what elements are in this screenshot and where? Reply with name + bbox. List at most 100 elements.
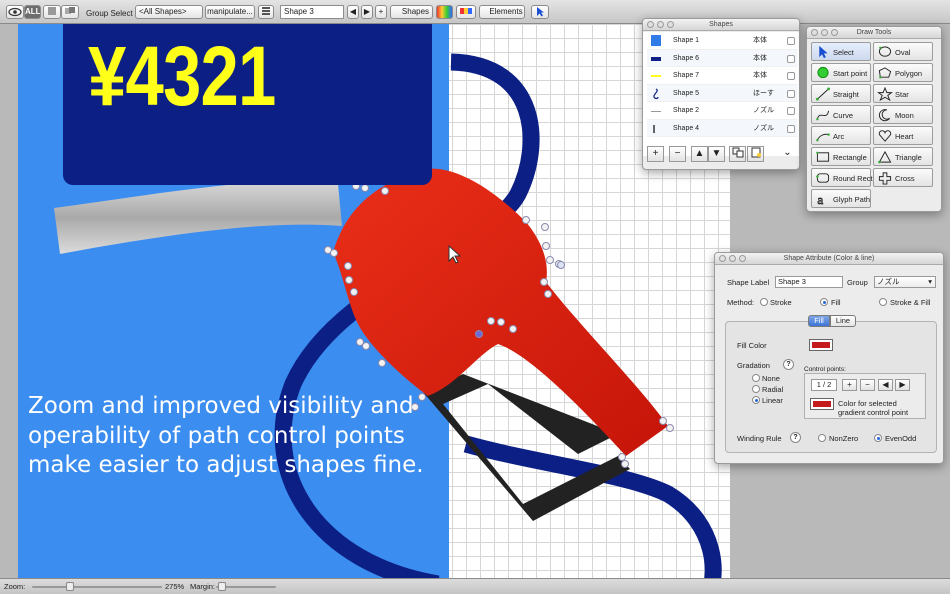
- price-text[interactable]: ¥4321: [88, 28, 276, 125]
- group-shapes-icon[interactable]: [729, 146, 746, 162]
- shapes-list[interactable]: Shape 1 本体 Shape 6 本体 Shape 7 本体 Shape 5 ほーす Sha…: [643, 32, 799, 156]
- shape-list-row[interactable]: Shape 4 ノズル: [647, 119, 797, 137]
- gradation-help-button[interactable]: ?: [783, 359, 794, 370]
- draw-tools-titlebar[interactable]: Draw Tools: [807, 27, 941, 39]
- eye-icon[interactable]: [6, 5, 24, 19]
- window-controls[interactable]: [647, 21, 674, 28]
- tool-label: Glyph Path: [833, 195, 871, 204]
- view-all-button[interactable]: ALL: [24, 5, 41, 19]
- tool-cross[interactable]: Cross: [873, 168, 933, 187]
- method-fill-label: Fill: [831, 298, 841, 307]
- cp-prev-button[interactable]: ◀: [878, 379, 893, 391]
- gradient-point-color-swatch[interactable]: [810, 398, 834, 410]
- view-mode-3-icon[interactable]: [61, 5, 79, 19]
- rectangle-icon: [816, 151, 830, 162]
- heart-icon: [878, 130, 892, 142]
- grad-radial-radio[interactable]: [752, 385, 760, 393]
- shape-list-row[interactable]: Shape 7 本体: [647, 67, 797, 85]
- shape-row-checkbox[interactable]: [787, 107, 795, 115]
- method-fill-radio[interactable]: [820, 298, 828, 306]
- tool-polygon[interactable]: Polygon: [873, 63, 933, 82]
- window-controls[interactable]: [719, 255, 746, 262]
- view-mode-2-icon[interactable]: [43, 5, 61, 19]
- tool-glyph-path[interactable]: a Glyph Path: [811, 189, 871, 208]
- arrow-cursor-icon[interactable]: [531, 5, 549, 19]
- manipulate-button[interactable]: manipulate...: [205, 5, 255, 19]
- shapes-panel-button[interactable]: Shapes: [390, 5, 433, 19]
- shape-list-row[interactable]: Shape 5 ほーす: [647, 84, 797, 102]
- shapes-window-titlebar[interactable]: Shapes: [643, 19, 799, 31]
- window-controls[interactable]: [811, 29, 838, 36]
- remove-shape-list-button[interactable]: −: [669, 146, 686, 162]
- tool-straight[interactable]: Straight: [811, 84, 871, 103]
- move-up-button[interactable]: ▲: [691, 146, 708, 162]
- tool-select[interactable]: Select: [811, 42, 871, 61]
- shape-thumbnail-icon: [651, 123, 661, 134]
- straight-line-icon: [816, 87, 830, 101]
- pipe-shape[interactable]: [54, 181, 342, 254]
- zoom-slider-thumb[interactable]: [66, 582, 74, 591]
- tool-star[interactable]: Star: [873, 84, 933, 103]
- method-label: Method:: [727, 298, 755, 307]
- grad-none-radio[interactable]: [752, 374, 760, 382]
- grad-linear-radio[interactable]: [752, 396, 760, 404]
- group-dropdown[interactable]: ノズル ▾: [874, 276, 936, 288]
- shape-row-checkbox[interactable]: [787, 37, 795, 45]
- cp-add-button[interactable]: +: [842, 379, 857, 391]
- control-point-index[interactable]: 1 / 2: [811, 379, 837, 391]
- add-shape-list-button[interactable]: +: [647, 146, 664, 162]
- next-shape-button[interactable]: ▶: [361, 5, 373, 19]
- tool-start-point[interactable]: Start point: [811, 63, 871, 82]
- wind-evenodd-radio[interactable]: [874, 434, 882, 442]
- shape-label-input[interactable]: Shape 3: [775, 276, 843, 288]
- group-select-dropdown[interactable]: <All Shapes>: [135, 5, 203, 19]
- fill-color-swatch[interactable]: [809, 339, 833, 351]
- tool-triangle[interactable]: Triangle: [873, 147, 933, 166]
- tool-curve[interactable]: Curve: [811, 105, 871, 124]
- margin-slider-thumb[interactable]: [218, 582, 226, 591]
- duplicate-shape-icon[interactable]: [747, 146, 764, 162]
- tool-oval[interactable]: Oval: [873, 42, 933, 61]
- prev-shape-button[interactable]: ◀: [347, 5, 359, 19]
- tab-fill[interactable]: Fill: [808, 315, 830, 327]
- tab-line[interactable]: Line: [830, 315, 856, 327]
- wind-nonzero-radio[interactable]: [818, 434, 826, 442]
- tool-label: Polygon: [895, 69, 923, 78]
- tool-label: Straight: [833, 90, 859, 99]
- method-stroke-label: Stroke: [770, 298, 792, 307]
- winding-help-button[interactable]: ?: [790, 432, 801, 443]
- elements-panel-button[interactable]: Elements: [479, 5, 525, 19]
- cp-next-button[interactable]: ▶: [895, 379, 910, 391]
- color-picker-icon[interactable]: [456, 5, 476, 19]
- tool-moon[interactable]: Moon: [873, 105, 933, 124]
- move-down-button[interactable]: ▼: [708, 146, 725, 162]
- method-stroke-fill-radio[interactable]: [879, 298, 887, 306]
- tool-heart[interactable]: Heart: [873, 126, 933, 145]
- cp-remove-button[interactable]: −: [860, 379, 875, 391]
- shape-list-row[interactable]: Shape 1 本体: [647, 32, 797, 50]
- shape-row-checkbox[interactable]: [787, 124, 795, 133]
- shape-list-row[interactable]: Shape 2 ノズル: [647, 102, 797, 120]
- tool-arc[interactable]: Arc: [811, 126, 871, 145]
- shape-name-field[interactable]: Shape 3: [280, 5, 344, 19]
- shapes-button-label: Shapes: [401, 7, 430, 16]
- shape-row-checkbox[interactable]: [787, 54, 795, 63]
- color-palette-icon[interactable]: [436, 5, 453, 19]
- tool-label: Heart: [895, 132, 914, 141]
- tool-round-rect[interactable]: Round Rect: [811, 168, 873, 187]
- add-shape-button[interactable]: +: [375, 5, 387, 19]
- zoom-slider[interactable]: [32, 586, 162, 588]
- shape-row-checkbox[interactable]: [787, 72, 795, 80]
- attr-window-titlebar[interactable]: Shape Attribute (Color & line): [715, 253, 943, 265]
- shape-row-checkbox[interactable]: [787, 89, 795, 98]
- grad-none-label: None: [762, 374, 780, 383]
- shape-row-name: Shape 2: [673, 107, 700, 114]
- drawing-canvas[interactable]: ¥4321 Zoom and improved visibility and o…: [18, 24, 730, 578]
- method-stroke-radio[interactable]: [760, 298, 768, 306]
- list-view-icon[interactable]: [258, 5, 274, 19]
- shapes-window-title: Shapes: [709, 21, 733, 28]
- tool-rectangle[interactable]: Rectangle: [811, 147, 871, 166]
- shape-list-row[interactable]: Shape 6 本体: [647, 49, 797, 67]
- expand-chevron-icon[interactable]: ⌄: [779, 146, 796, 162]
- tool-label: Cross: [895, 174, 915, 183]
